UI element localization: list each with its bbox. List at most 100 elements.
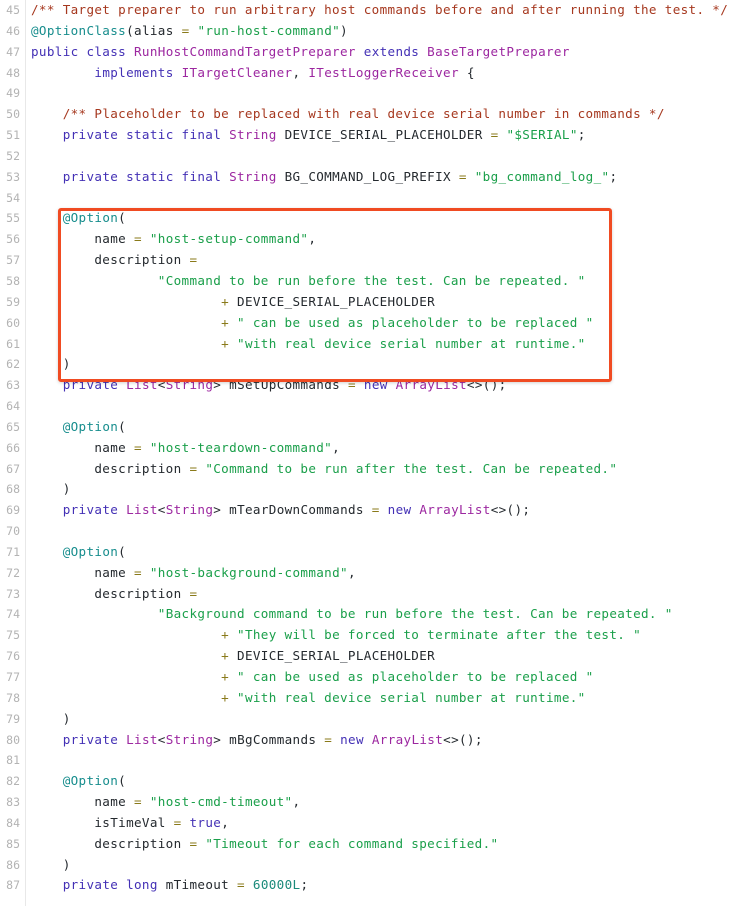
line-code[interactable]: + "with real device serial number at run… (20, 688, 586, 709)
line-code[interactable]: + "They will be forced to terminate afte… (20, 625, 641, 646)
line-code[interactable]: @Option( (20, 208, 126, 229)
token-punc: < (157, 377, 166, 393)
code-line[interactable]: 65 @Option( (0, 417, 740, 438)
line-code[interactable]: @Option( (20, 542, 126, 563)
line-code[interactable]: description = (20, 584, 197, 605)
line-code[interactable]: ) (20, 855, 71, 876)
line-code[interactable]: private List<String> mSetUpCommands = ne… (20, 375, 507, 396)
code-line[interactable]: 58 "Command to be run before the test. C… (0, 271, 740, 292)
line-number: 52 (6, 148, 20, 163)
code-line[interactable]: 64 (0, 396, 740, 417)
token-punc: , (308, 231, 317, 247)
code-line[interactable]: 62 ) (0, 354, 740, 375)
line-code[interactable]: + " can be used as placeholder to be rep… (20, 313, 594, 334)
code-line[interactable]: 72 name = "host-background-command", (0, 563, 740, 584)
line-number: 76 (6, 649, 20, 664)
line-number: 50 (6, 107, 20, 122)
code-line[interactable]: 85 description = "Timeout for each comma… (0, 834, 740, 855)
line-code[interactable]: implements ITargetCleaner, ITestLoggerRe… (20, 63, 475, 84)
code-line[interactable]: 86 ) (0, 855, 740, 876)
code-line[interactable]: 51 private static final String DEVICE_SE… (0, 125, 740, 146)
code-line[interactable]: 76 + DEVICE_SERIAL_PLACEHOLDER (0, 646, 740, 667)
code-line[interactable]: 55 @Option( (0, 208, 740, 229)
line-number: 49 (6, 86, 20, 101)
code-line[interactable]: 74 "Background command to be run before … (0, 604, 740, 625)
code-line[interactable]: 80 private List<String> mBgCommands = ne… (0, 730, 740, 751)
code-line[interactable]: 46 @OptionClass(alias = "run-host-command… (0, 21, 740, 42)
line-code[interactable]: /** Placeholder to be replaced with real… (20, 104, 665, 125)
code-line[interactable]: 70 (0, 521, 740, 542)
line-code[interactable]: private List<String> mBgCommands = new A… (20, 730, 483, 751)
code-line[interactable]: 69 private List<String> mTearDownCommand… (0, 500, 740, 521)
line-code[interactable]: @OptionClass(alias = "run-host-command") (20, 21, 348, 42)
line-code[interactable]: description = "Command to be run after t… (20, 459, 617, 480)
code-line-list[interactable]: 45 /** Target preparer to run arbitrary h… (0, 0, 740, 896)
code-line[interactable]: 60 + " can be used as placeholder to be … (0, 313, 740, 334)
line-number: 73 (6, 586, 20, 601)
line-code[interactable]: "Background command to be run before the… (20, 604, 673, 625)
code-line[interactable]: 66 name = "host-teardown-command", (0, 438, 740, 459)
token-op: = (189, 252, 198, 268)
code-line[interactable]: 61 + "with real device serial number at … (0, 334, 740, 355)
token-type: String (165, 502, 214, 518)
code-line[interactable]: 50 /** Placeholder to be replaced with r… (0, 104, 740, 125)
code-line[interactable]: 71 @Option( (0, 542, 740, 563)
line-code[interactable]: "Command to be run before the test. Can … (20, 271, 586, 292)
code-line[interactable]: 59 + DEVICE_SERIAL_PLACEHOLDER (0, 292, 740, 313)
line-code[interactable]: /** Target preparer to run arbitrary hos… (20, 0, 728, 21)
line-code[interactable]: + " can be used as placeholder to be rep… (20, 667, 594, 688)
code-line[interactable]: 79 ) (0, 709, 740, 730)
code-line[interactable]: 63 private List<String> mSetUpCommands =… (0, 375, 740, 396)
code-line[interactable]: 68 ) (0, 479, 740, 500)
code-line[interactable]: 49 (0, 83, 740, 104)
line-code[interactable]: isTimeVal = true, (20, 813, 229, 834)
line-code[interactable]: ) (20, 479, 71, 500)
code-line[interactable]: 82 @Option( (0, 771, 740, 792)
line-code[interactable]: name = "host-background-command", (20, 563, 356, 584)
code-line[interactable]: 84 isTimeVal = true, (0, 813, 740, 834)
code-line[interactable]: 56 name = "host-setup-command", (0, 229, 740, 250)
line-code[interactable]: + DEVICE_SERIAL_PLACEHOLDER (20, 646, 435, 667)
code-line[interactable]: 77 + " can be used as placeholder to be … (0, 667, 740, 688)
code-line[interactable]: 87 private long mTimeout = 60000L; (0, 875, 740, 896)
code-line[interactable]: 78 + "with real device serial number at … (0, 688, 740, 709)
line-code[interactable]: ) (20, 709, 71, 730)
token-op: + (221, 669, 230, 684)
code-line[interactable]: 52 (0, 146, 740, 167)
code-line[interactable]: 75 + "They will be forced to terminate a… (0, 625, 740, 646)
line-code[interactable]: name = "host-teardown-command", (20, 438, 340, 459)
line-code[interactable]: private static final String BG_COMMAND_L… (20, 167, 617, 188)
code-line[interactable]: 81 (0, 750, 740, 771)
code-line[interactable]: 45 /** Target preparer to run arbitrary h… (0, 0, 740, 21)
line-code[interactable]: + "with real device serial number at run… (20, 334, 586, 355)
code-viewer[interactable]: 45 /** Target preparer to run arbitrary h… (0, 0, 740, 906)
line-code[interactable]: public class RunHostCommandTargetPrepare… (20, 42, 570, 63)
line-code[interactable]: private long mTimeout = 60000L; (20, 875, 308, 896)
line-code[interactable]: private List<String> mTearDownCommands =… (20, 500, 530, 521)
code-line[interactable]: 53 private static final String BG_COMMAN… (0, 167, 740, 188)
code-line[interactable]: 83 name = "host-cmd-timeout", (0, 792, 740, 813)
line-code[interactable]: name = "host-setup-command", (20, 229, 316, 250)
line-code[interactable]: name = "host-cmd-timeout", (20, 792, 300, 813)
line-code[interactable]: private static final String DEVICE_SERIA… (20, 125, 586, 146)
code-line[interactable]: 57 description = (0, 250, 740, 271)
line-number: 63 (6, 378, 20, 393)
code-line[interactable]: 47 public class RunHostCommandTargetPrepa… (0, 42, 740, 63)
token-kw: private (62, 377, 127, 393)
code-line[interactable]: 67 description = "Command to be run afte… (0, 459, 740, 480)
line-code[interactable]: + DEVICE_SERIAL_PLACEHOLDER (20, 292, 435, 313)
line-code[interactable]: description = "Timeout for each command … (20, 834, 498, 855)
line-code[interactable]: @Option( (20, 771, 126, 792)
code-line[interactable]: 48 implements ITargetCleaner, ITestLogge… (0, 63, 740, 84)
code-line[interactable]: 73 description = (0, 584, 740, 605)
line-code[interactable]: ) (20, 354, 71, 375)
line-code[interactable]: @Option( (20, 417, 126, 438)
code-line[interactable]: 54 (0, 188, 740, 209)
token-id: DEVICE_SERIAL_PLACEHOLDER (237, 648, 436, 664)
line-code[interactable]: description = (20, 250, 197, 271)
token-plain: alias (134, 22, 182, 38)
